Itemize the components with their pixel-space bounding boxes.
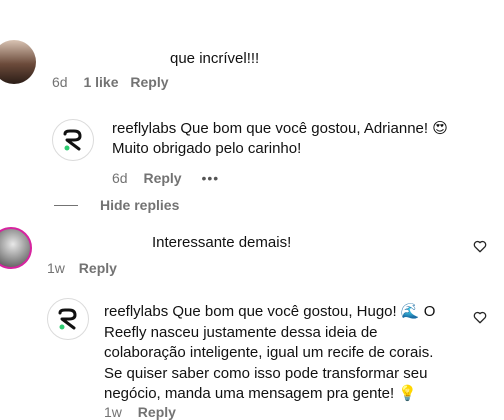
reply-line-2: Muito obrigado pelo carinho! — [112, 140, 302, 157]
reply-time: 1w — [104, 404, 122, 420]
reply-line-1: Que bom que você gostou, Adrianne! 😍 — [180, 120, 448, 137]
reply-username[interactable]: reeflylabs — [112, 120, 176, 137]
comment-text: Interessante demais! — [152, 234, 292, 251]
like-heart-icon[interactable] — [473, 311, 487, 324]
comment-text: que incrível!!! — [170, 50, 260, 67]
reply-meta: 6d Reply ••• — [112, 170, 219, 186]
avatar-reeflylabs[interactable] — [52, 119, 94, 161]
comment-time: 6d — [52, 74, 68, 90]
likes-count[interactable]: 1 like — [83, 74, 118, 90]
reply-text: reeflylabs Que bom que você gostou, Adri… — [112, 119, 492, 159]
reefly-logo-icon — [58, 308, 77, 330]
avatar-adrianne[interactable] — [0, 40, 36, 84]
hide-replies-row[interactable]: Hide replies — [54, 197, 179, 213]
reply-line-3: colaboração inteligente, igual um recife… — [104, 344, 434, 361]
reply-meta: 1w Reply — [104, 404, 176, 420]
reefly-logo-icon — [63, 129, 82, 151]
avatar-reeflylabs[interactable] — [47, 298, 89, 340]
reply-line-4: Se quiser saber como isso pode transform… — [104, 364, 428, 382]
reply-time: 6d — [112, 170, 128, 186]
avatar-hugo[interactable] — [0, 227, 32, 269]
reply-button[interactable]: Reply — [79, 260, 117, 276]
more-options-icon[interactable]: ••• — [201, 170, 219, 186]
reply-button[interactable]: Reply — [130, 74, 168, 90]
reply-username[interactable]: reeflylabs — [104, 303, 168, 320]
comment-meta: 1w Reply — [47, 260, 117, 276]
comment-time: 1w — [47, 260, 65, 276]
like-heart-icon[interactable] — [473, 240, 487, 253]
comment-meta: 6d 1 like Reply — [52, 74, 169, 90]
reply-line-2: Reefly nasceu justamente dessa ideia de — [104, 323, 378, 341]
reply-line-1: Que bom que você gostou, Hugo! 🌊 O — [172, 303, 436, 320]
hide-replies-line — [54, 204, 78, 206]
hide-replies-button[interactable]: Hide replies — [100, 197, 179, 213]
reply-button[interactable]: Reply — [143, 170, 181, 186]
reply-button[interactable]: Reply — [138, 404, 176, 420]
reply-line-5: negócio, manda uma mensagem pra gente! 💡 — [104, 385, 418, 402]
reply-text: reeflylabs Que bom que você gostou, Hugo… — [104, 302, 474, 405]
